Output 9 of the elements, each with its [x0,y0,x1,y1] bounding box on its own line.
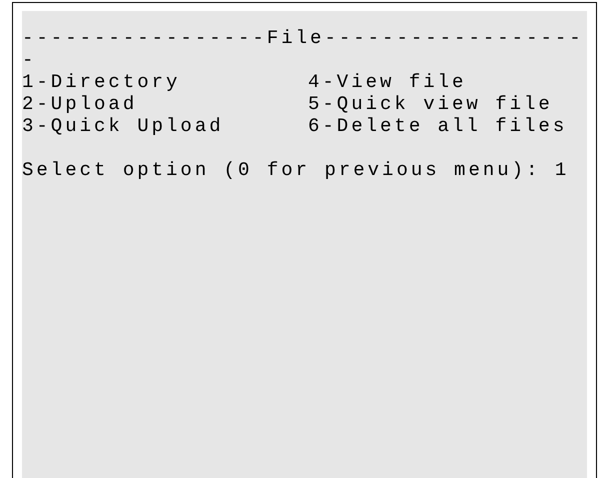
prompt-text: Select option (0 for previous menu): 1 [22,159,570,181]
menu-option: 4-View file [308,71,466,93]
menu-option: 5-Quick view file [308,93,553,115]
menu-option: 3-Quick Upload [22,115,224,137]
menu-option: 6-Delete all files [308,115,568,137]
header-rule: -----------------File------------------ [22,27,584,49]
menu-option: 1-Directory [22,71,180,93]
menu-option: 2-Upload [22,93,138,115]
header-rule: - [22,49,36,71]
